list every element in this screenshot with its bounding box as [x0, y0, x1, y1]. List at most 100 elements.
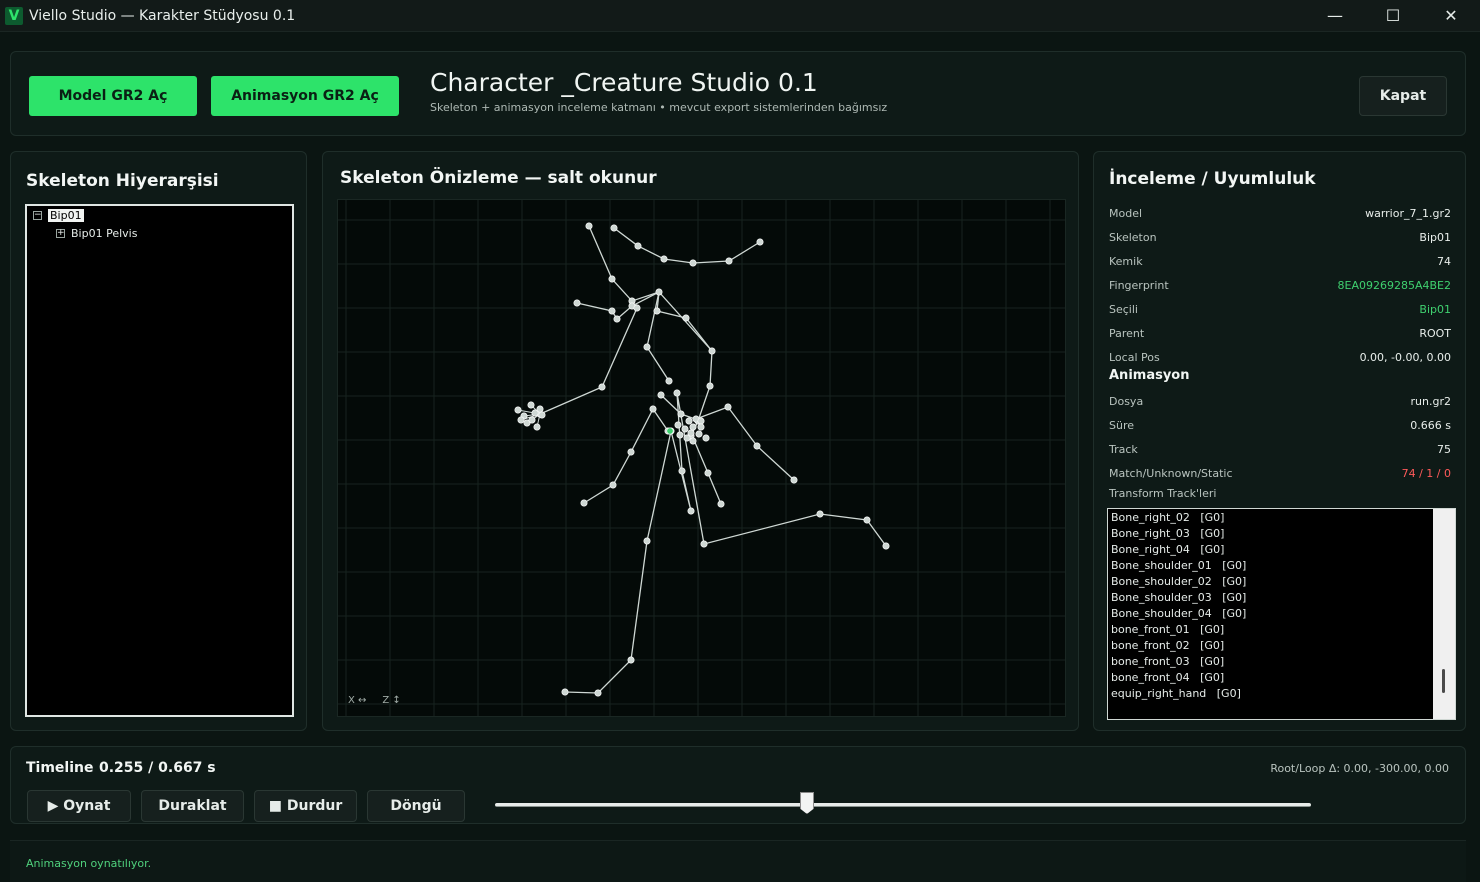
- model-info-value: 8EA09269285A4BE2: [1337, 278, 1451, 292]
- bone-chain: [564, 430, 672, 694]
- timeline-time: 0.255 / 0.667 s: [99, 760, 216, 776]
- expand-icon[interactable]: +: [56, 229, 65, 238]
- skeleton-canvas[interactable]: [338, 200, 1066, 717]
- anim-info-row: Track 75: [1109, 441, 1451, 457]
- maximize-button[interactable]: ☐: [1364, 0, 1422, 30]
- timeline-slider-thumb[interactable]: [799, 792, 814, 814]
- track-item[interactable]: Bone_right_04 [G0]: [1108, 542, 1455, 558]
- track-item[interactable]: bone_front_04 [G0]: [1108, 670, 1455, 686]
- track-item[interactable]: bone_front_03 [G0]: [1108, 654, 1455, 670]
- track-item[interactable]: equip_right_hand [G0]: [1108, 686, 1455, 702]
- model-info-row: Local Pos 0.00, -0.00, 0.00: [1109, 349, 1451, 365]
- bone-joint: [633, 304, 641, 312]
- model-info-value: 74: [1437, 254, 1451, 268]
- bone-joint: [598, 383, 606, 391]
- model-info-row: Model warrior_7_1.gr2: [1109, 205, 1451, 221]
- timeline-label: Timeline: [26, 760, 94, 776]
- axis-z-label: Z ↕: [382, 695, 401, 706]
- bone-joint: [681, 425, 689, 433]
- bone-joint: [610, 224, 618, 232]
- tree-node-bip01[interactable]: − Bip01: [33, 209, 84, 222]
- preview-panel: Skeleton Önizleme — salt okunur X ↔ Z ↕: [322, 151, 1079, 731]
- bone-joint: [657, 391, 665, 399]
- tree-node-pelvis[interactable]: + Bip01 Pelvis: [56, 227, 137, 240]
- bone-joint: [790, 476, 798, 484]
- tree-node-label[interactable]: Bip01: [48, 209, 84, 222]
- skeleton-viewport[interactable]: X ↔ Z ↕: [337, 199, 1066, 717]
- anim-info-row: Süre 0.666 s: [1109, 417, 1451, 433]
- model-info-row: Fingerprint 8EA09269285A4BE2: [1109, 277, 1451, 293]
- loop-button[interactable]: Döngü: [367, 790, 465, 822]
- tree-node-label[interactable]: Bip01 Pelvis: [71, 227, 137, 240]
- bone-joint: [609, 481, 617, 489]
- bone-joint: [649, 405, 657, 413]
- open-animation-button[interactable]: Animasyon GR2 Aç: [211, 76, 399, 116]
- bone-joint: [685, 417, 693, 425]
- bone-joint: [528, 416, 536, 424]
- pause-button[interactable]: Duraklat: [141, 790, 244, 822]
- bone-joint: [627, 656, 635, 664]
- collapse-icon[interactable]: −: [33, 211, 42, 220]
- status-text: Animasyon oynatılıyor.: [26, 857, 152, 870]
- track-item[interactable]: Bone_shoulder_04 [G0]: [1108, 606, 1455, 622]
- tracks-label-row: Transform Track'leri: [1109, 485, 1451, 501]
- track-item[interactable]: Bone_right_02 [G0]: [1108, 510, 1455, 526]
- bone-chain: [695, 406, 795, 481]
- track-item[interactable]: Bone_shoulder_03 [G0]: [1108, 590, 1455, 606]
- bone-joint: [700, 540, 708, 548]
- bone-joint: [533, 423, 541, 431]
- bone-joint: [687, 507, 695, 515]
- model-info-value: 0.00, -0.00, 0.00: [1359, 350, 1451, 364]
- bone-joint: [677, 410, 685, 418]
- bone-joint: [682, 314, 690, 322]
- bone-joint: [665, 377, 673, 385]
- tracks-list[interactable]: Bone_right_02 [G0] Bone_right_03 [G0] Bone…: [1107, 508, 1456, 720]
- bone-chain: [583, 407, 669, 504]
- header-panel: Model GR2 Aç Animasyon GR2 Aç Character …: [10, 51, 1466, 136]
- close-window-button[interactable]: ✕: [1422, 0, 1480, 30]
- close-button[interactable]: Kapat: [1359, 76, 1447, 116]
- bone-joint: [561, 688, 569, 696]
- bone-joint: [676, 431, 684, 439]
- scrollbar-thumb[interactable]: [1442, 669, 1445, 693]
- model-info-value: Bip01: [1419, 302, 1451, 316]
- minimize-button[interactable]: —: [1306, 0, 1364, 30]
- bone-joint: [882, 542, 890, 550]
- track-item[interactable]: Bone_right_03 [G0]: [1108, 526, 1455, 542]
- skeleton-bones: [517, 225, 887, 694]
- inspect-panel: İnceleme / Uyumluluk Model warrior_7_1.gr…: [1093, 151, 1466, 731]
- bone-joint: [585, 222, 593, 230]
- track-item[interactable]: bone_front_01 [G0]: [1108, 622, 1455, 638]
- bone-joint: [536, 405, 544, 413]
- play-button[interactable]: ▶ Oynat: [27, 790, 131, 822]
- bone-joint: [697, 417, 705, 425]
- bone-joint: [538, 411, 546, 419]
- skeleton-tree[interactable]: − Bip01 + Bip01 Pelvis: [25, 204, 294, 717]
- bone-joint: [580, 499, 588, 507]
- stop-button[interactable]: ■ Durdur: [254, 790, 357, 822]
- timeline-slider[interactable]: [495, 803, 1311, 807]
- model-info-value: Bip01: [1419, 230, 1451, 244]
- app-title: Character _Creature Studio 0.1: [430, 68, 818, 97]
- anim-info-value: run.gr2: [1410, 394, 1451, 408]
- app-subtitle: Skeleton + animasyon inceleme katmanı • …: [430, 101, 888, 114]
- track-item[interactable]: bone_front_02 [G0]: [1108, 638, 1455, 654]
- bone-joint: [816, 510, 824, 518]
- track-item[interactable]: Bone_shoulder_01 [G0]: [1108, 558, 1455, 574]
- bone-joint: [704, 469, 712, 477]
- model-info-row: Skeleton Bip01: [1109, 229, 1451, 245]
- timeline-panel: Timeline 0.255 / 0.667 s Root/Loop Δ: 0.…: [10, 746, 1466, 824]
- hierarchy-title: Skeleton Hiyerarşisi: [26, 171, 219, 191]
- bone-joint: [724, 403, 732, 411]
- open-model-button[interactable]: Model GR2 Aç: [29, 76, 197, 116]
- bone-joint: [702, 434, 710, 442]
- tracks-scrollbar[interactable]: [1433, 509, 1455, 719]
- track-item[interactable]: Bone_shoulder_02 [G0]: [1108, 574, 1455, 590]
- animation-heading: Animasyon: [1109, 368, 1190, 383]
- model-info-key: Local Pos: [1109, 350, 1160, 364]
- bone-joint: [627, 448, 635, 456]
- bone-joint: [678, 467, 686, 475]
- bone-joint: [514, 406, 522, 414]
- anim-info-value: 75: [1437, 442, 1451, 456]
- app-logo-icon: V: [5, 6, 23, 25]
